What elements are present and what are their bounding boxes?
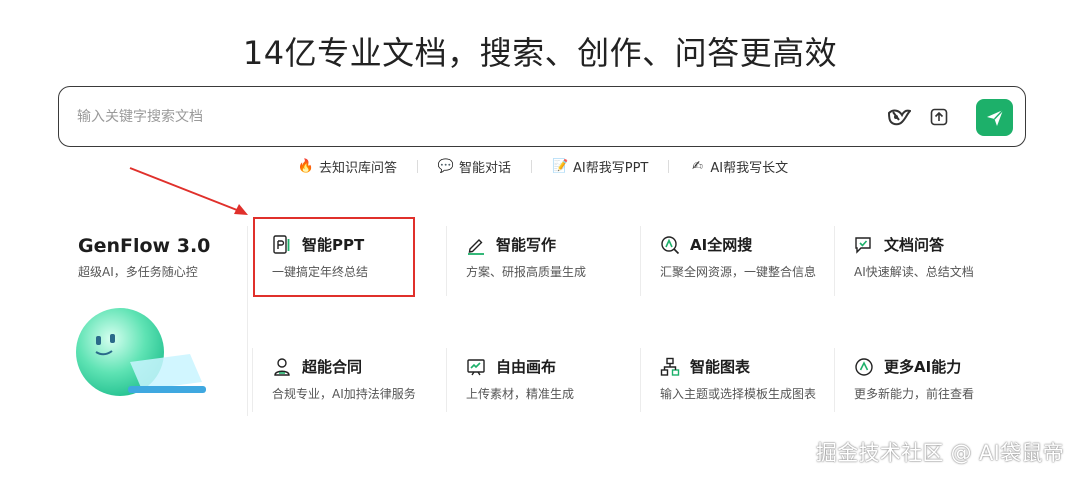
quick-link-label: 去知识库问答: [319, 160, 398, 176]
doc-chat-icon: [854, 235, 874, 255]
card-subtitle: 汇聚全网资源，一键整合信息: [660, 265, 817, 279]
genflow-card[interactable]: GenFlow 3.0 超级AI，多任务随心控: [58, 226, 248, 416]
more-ai-icon: [854, 357, 874, 377]
pen-writing-icon: [466, 235, 486, 255]
card-smart-ppt[interactable]: 智能PPT 一键搞定年终总结: [252, 226, 442, 306]
card-title: 智能PPT: [302, 236, 365, 254]
card-title: 自由画布: [496, 358, 557, 376]
card-smart-chart[interactable]: 智能图表 输入主题或选择模板生成图表: [640, 348, 830, 428]
card-subtitle: 方案、研报高质量生成: [466, 265, 587, 279]
card-title: 文档问答: [884, 236, 945, 254]
annotation-arrow: [129, 167, 248, 215]
genflow-title: GenFlow 3.0: [78, 235, 211, 257]
divider: [834, 348, 835, 412]
quick-link-smart-chat[interactable]: 💬 智能对话: [438, 157, 511, 176]
quick-link-label: 智能对话: [459, 160, 512, 176]
quick-link-ai-ppt[interactable]: 📝 AI帮我写PPT: [552, 157, 648, 176]
send-button[interactable]: [976, 99, 1013, 136]
watermark: 掘金技术社区 @ AI袋鼠帝: [815, 441, 1064, 465]
card-free-canvas[interactable]: 自由画布 上传素材，精准生成: [446, 348, 636, 428]
page-title: 14亿专业文档，搜索、创作、问答更高效: [242, 34, 838, 72]
divider: [668, 159, 670, 173]
flowchart-icon: [660, 357, 680, 377]
quick-link-label: AI帮我写长文: [710, 160, 789, 176]
writing-hand-icon: ✍: [691, 158, 703, 174]
card-title: 超能合同: [302, 358, 363, 376]
divider: [531, 159, 533, 173]
canvas-board-icon: [466, 357, 486, 377]
card-more-ai[interactable]: 更多AI能力 更多新能力，前往查看: [834, 348, 1024, 428]
memo-icon: 📝: [551, 158, 569, 174]
divider: [446, 348, 447, 412]
card-subtitle: 合规专业，AI加持法律服务: [272, 387, 416, 401]
divider: [834, 226, 835, 296]
card-smart-writing[interactable]: 智能写作 方案、研报高质量生成: [446, 226, 636, 306]
genflow-subtitle: 超级AI，多任务随心控: [78, 265, 198, 279]
web-search-icon: [660, 235, 680, 255]
divider: [417, 159, 419, 173]
search-input[interactable]: [77, 105, 857, 129]
fire-icon: 🔥: [297, 158, 315, 174]
deep-search-bird-icon[interactable]: [887, 105, 911, 129]
card-doc-qa[interactable]: 文档问答 AI快速解读、总结文档: [834, 226, 1024, 306]
card-title: 更多AI能力: [884, 358, 962, 376]
card-subtitle: 输入主题或选择模板生成图表: [660, 387, 817, 401]
card-ai-web-search[interactable]: AI全网搜 汇聚全网资源，一键整合信息: [640, 226, 830, 306]
ai-mascot-laptop-icon: [76, 308, 206, 396]
quick-link-knowledge-qa[interactable]: 🔥 去知识库问答: [298, 157, 397, 176]
card-title: AI全网搜: [690, 236, 753, 254]
divider: [446, 226, 447, 296]
divider: [252, 348, 253, 412]
card-subtitle: 上传素材，精准生成: [466, 387, 575, 401]
card-subtitle: 更多新能力，前往查看: [854, 387, 975, 401]
send-paper-plane-icon: [986, 109, 1004, 126]
divider: [640, 226, 641, 296]
card-super-contract[interactable]: 超能合同 合规专业，AI加持法律服务: [252, 348, 442, 428]
quick-link-label: AI帮我写PPT: [573, 160, 649, 176]
search-box[interactable]: [58, 86, 1026, 147]
card-title: 智能图表: [690, 358, 751, 376]
card-subtitle: AI快速解读、总结文档: [854, 265, 974, 279]
quick-link-ai-longform[interactable]: ✍ AI帮我写长文: [689, 157, 788, 176]
chat-bubble-icon: 💬: [437, 158, 455, 174]
card-subtitle: 一键搞定年终总结: [272, 265, 369, 279]
upload-icon[interactable]: [927, 105, 951, 129]
contract-person-icon: [272, 357, 292, 377]
divider: [640, 348, 641, 412]
quick-links: 🔥 去知识库问答 💬 智能对话 📝 AI帮我写PPT ✍ AI帮我写长文: [298, 156, 788, 176]
ppt-icon: [272, 234, 292, 255]
card-title: 智能写作: [496, 236, 557, 254]
